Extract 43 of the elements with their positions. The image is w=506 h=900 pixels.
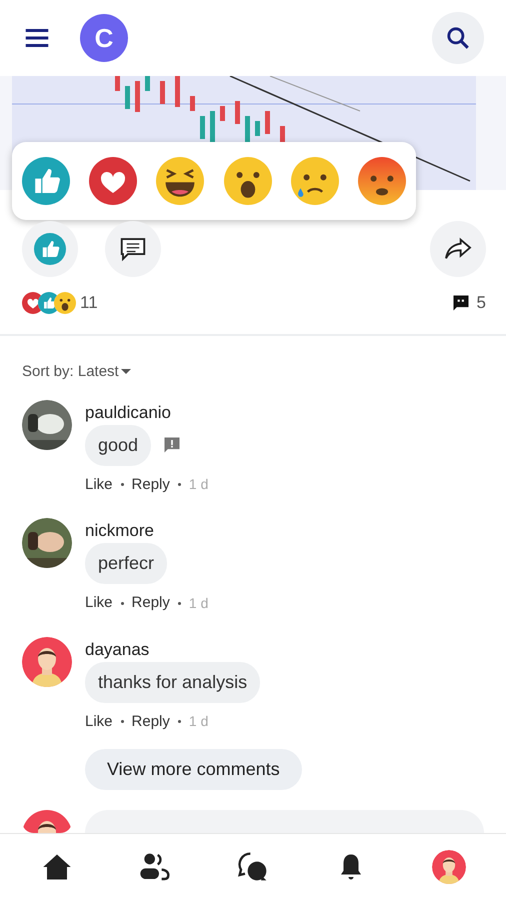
reply-link[interactable]: Reply [132,592,170,614]
sad-face-icon [290,157,339,205]
user-name[interactable]: dayanas [85,640,150,660]
reaction-button[interactable] [358,157,406,205]
avatar-icon [22,636,72,686]
user-name[interactable]: pauldicanio [85,402,172,422]
search-button[interactable] [432,12,484,64]
comment-text: thanks for analysis [85,662,260,702]
laughing-face-icon [156,157,204,205]
like-link[interactable]: Like [85,710,113,733]
comment-text: perfecr [85,543,168,584]
caret-icon [120,369,131,376]
reply-link[interactable]: Reply [132,710,170,733]
user-name[interactable]: nickmore [85,521,154,541]
like-link[interactable]: Like [85,592,113,614]
reply-link[interactable]: Reply [132,474,170,496]
comment-time: 1 d [188,475,208,494]
angry-face-icon [358,157,406,205]
reaction-count: 11 [80,292,98,314]
home-icon[interactable] [42,852,72,882]
search-icon [445,25,471,51]
comment-text: good [85,424,152,466]
thumbs-up-icon [22,157,70,205]
comment-time: 1 d [188,712,208,732]
like-link[interactable]: Like [85,474,113,496]
chat-bubbles-icon[interactable] [237,851,269,883]
people-icon[interactable] [139,851,171,883]
reaction-button[interactable] [156,157,204,205]
report-icon[interactable] [162,435,182,455]
surprised-face-icon [224,157,272,205]
comment-count: 5 [476,292,486,314]
reaction-button[interactable] [89,157,138,205]
comment-time: 1 d [188,594,208,613]
reaction-button[interactable] [224,157,272,205]
logo: C [80,14,128,62]
view-more-comments-button[interactable]: View more comments [85,749,302,790]
thumbs-up-icon [34,233,66,265]
comment-icon [450,292,471,313]
comment-input[interactable] [85,810,484,833]
sort-dropdown[interactable]: Sort by: Latest [22,361,131,384]
avatar-icon[interactable] [432,850,466,884]
surprised-face-icon [54,292,76,314]
reaction-button[interactable] [290,157,339,205]
